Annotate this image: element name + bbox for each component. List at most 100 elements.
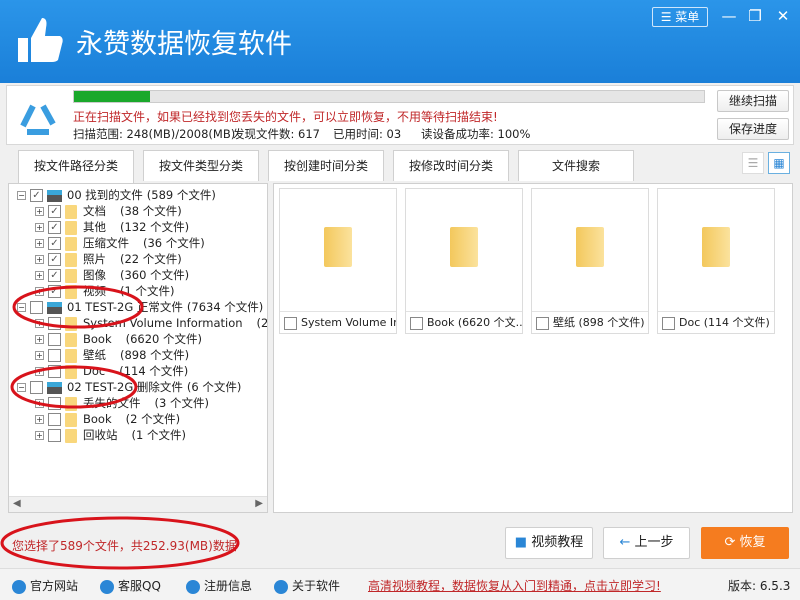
checkbox[interactable] xyxy=(30,301,43,314)
tab-by-modified[interactable]: 按修改时间分类 xyxy=(393,150,509,181)
promo-link[interactable]: 高清视频教程，数据恢复从入门到精通，点击立即学习! xyxy=(368,577,661,594)
tree-item-count: (6620 个文件) xyxy=(126,332,202,346)
recover-button[interactable]: ⟳ 恢复 xyxy=(701,527,789,559)
expand-icon[interactable]: + xyxy=(35,431,44,440)
scan-panel: 正在扫描文件，如果已经找到您丢失的文件，可以立即恢复，不用等待扫描结束! 扫描范… xyxy=(6,85,794,145)
folder-card-label: Book (6620 个文... xyxy=(427,316,522,329)
tree-item-count: (114 个文件) xyxy=(119,364,188,378)
checkbox[interactable] xyxy=(284,317,297,330)
checkbox[interactable]: ✓ xyxy=(48,237,61,250)
back-button[interactable]: ← 上一步 xyxy=(603,527,690,559)
tree-folder-item[interactable]: +壁纸(898 个文件) xyxy=(35,347,189,363)
close-button[interactable]: ✕ xyxy=(770,5,796,27)
scan-message: 正在扫描文件，如果已经找到您丢失的文件，可以立即恢复，不用等待扫描结束! xyxy=(73,108,498,125)
official-site-link[interactable]: 官方网站 xyxy=(12,577,78,594)
menu-button[interactable]: ☰ 菜单 xyxy=(652,7,708,27)
folder-card[interactable]: Book (6620 个文... xyxy=(405,188,523,334)
tree-folder-item[interactable]: +System Volume Information(2 个文件) xyxy=(35,315,268,331)
tab-by-type[interactable]: 按文件类型分类 xyxy=(143,150,259,181)
tree-drive-item[interactable]: −01 TEST-2G 正常文件(7634 个文件) xyxy=(17,299,263,315)
checkbox[interactable] xyxy=(30,381,43,394)
maximize-button[interactable]: ❐ xyxy=(742,5,768,27)
checkbox[interactable] xyxy=(48,413,61,426)
tree-folder-item[interactable]: +✓图像(360 个文件) xyxy=(35,267,189,283)
checkbox[interactable]: ✓ xyxy=(48,285,61,298)
tree-item-label: 00 找到的文件 xyxy=(67,188,143,202)
tree-item-label: Doc xyxy=(83,364,105,378)
video-tutorial-button[interactable]: ■ 视频教程 xyxy=(505,527,593,559)
expand-icon[interactable]: + xyxy=(35,399,44,408)
tree-folder-item[interactable]: +✓其他(132 个文件) xyxy=(35,219,189,235)
expand-icon[interactable]: + xyxy=(35,287,44,296)
tree-drive-item[interactable]: −02 TEST-2G 删除文件(6 个文件) xyxy=(17,379,241,395)
tree-item-label: System Volume Information xyxy=(83,316,243,330)
checkbox[interactable] xyxy=(410,317,423,330)
checkbox[interactable]: ✓ xyxy=(48,269,61,282)
checkbox[interactable] xyxy=(48,333,61,346)
collapse-icon[interactable]: − xyxy=(17,191,26,200)
expand-icon[interactable]: + xyxy=(35,335,44,344)
expand-icon[interactable]: + xyxy=(35,415,44,424)
checkbox[interactable]: ✓ xyxy=(30,189,43,202)
horizontal-scrollbar[interactable]: ◀▶ xyxy=(9,496,267,512)
tree-folder-item[interactable]: +丢失的文件(3 个文件) xyxy=(35,395,209,411)
checkbox[interactable] xyxy=(48,397,61,410)
list-view-button[interactable]: ☰ xyxy=(742,152,764,174)
folder-card[interactable]: 壁纸 (898 个文件) xyxy=(531,188,649,334)
checkbox[interactable]: ✓ xyxy=(48,253,61,266)
collapse-icon[interactable]: − xyxy=(17,303,26,312)
expand-icon[interactable]: + xyxy=(35,319,44,328)
checkbox[interactable] xyxy=(48,317,61,330)
expand-icon[interactable]: + xyxy=(35,239,44,248)
continue-scan-button[interactable]: 继续扫描 xyxy=(717,90,789,112)
checkbox[interactable]: ✓ xyxy=(48,205,61,218)
elapsed-time: 已用时间: 03 xyxy=(333,126,401,142)
grid-view-button[interactable]: ▦ xyxy=(768,152,790,174)
tab-by-path[interactable]: 按文件路径分类 xyxy=(18,150,134,183)
tree-folder-item[interactable]: +✓文档(38 个文件) xyxy=(35,203,182,219)
checkbox[interactable] xyxy=(48,365,61,378)
tab-by-created[interactable]: 按创建时间分类 xyxy=(268,150,384,181)
expand-icon[interactable]: + xyxy=(35,255,44,264)
tree-folder-item[interactable]: + Book (6620 个文件) xyxy=(35,331,202,347)
support-qq-link[interactable]: 客服QQ xyxy=(100,577,161,594)
tree-folder-item[interactable]: +✓照片(22 个文件) xyxy=(35,251,182,267)
save-progress-button[interactable]: 保存进度 xyxy=(717,118,789,140)
tree-item-label: 照片 xyxy=(83,252,106,266)
tree-folder-item[interactable]: +回收站(1 个文件) xyxy=(35,427,186,443)
expand-icon[interactable]: + xyxy=(35,207,44,216)
folder-icon xyxy=(65,349,77,363)
tree-folder-item[interactable]: + Doc (114 个文件) xyxy=(35,363,188,379)
tree-item-label: 壁纸 xyxy=(83,348,106,362)
tab-file-search[interactable]: 文件搜索 xyxy=(518,150,634,181)
checkbox[interactable]: ✓ xyxy=(48,221,61,234)
expand-icon[interactable]: + xyxy=(35,223,44,232)
tree-item-label: 02 TEST-2G 删除文件 xyxy=(67,380,183,394)
folder-card[interactable]: System Volume In... xyxy=(279,188,397,334)
folder-icon xyxy=(65,397,77,411)
expand-icon[interactable]: + xyxy=(35,367,44,376)
tree-folder-item[interactable]: +✓视频(1 个文件) xyxy=(35,283,174,299)
expand-icon[interactable]: + xyxy=(35,271,44,280)
tree-folder-item[interactable]: +✓压缩文件(36 个文件) xyxy=(35,235,205,251)
folder-icon xyxy=(65,365,77,379)
tree-item-count: (7634 个文件) xyxy=(187,300,263,314)
tree-folder-item[interactable]: +Book(2 个文件) xyxy=(35,411,180,427)
tree-drive-item[interactable]: −✓00 找到的文件(589 个文件) xyxy=(17,187,216,203)
folder-icon xyxy=(65,429,77,443)
checkbox[interactable] xyxy=(536,317,549,330)
tree-item-label: Book xyxy=(83,332,112,346)
version-label: 版本: 6.5.3 xyxy=(728,577,790,594)
collapse-icon[interactable]: − xyxy=(17,383,26,392)
checkbox[interactable] xyxy=(662,317,675,330)
folder-icon xyxy=(65,317,77,331)
about-link[interactable]: 关于软件 xyxy=(274,577,340,594)
checkbox[interactable] xyxy=(48,429,61,442)
folder-card[interactable]: Doc (114 个文件) xyxy=(657,188,775,334)
expand-icon[interactable]: + xyxy=(35,351,44,360)
footer: 官方网站 客服QQ 注册信息 关于软件 高清视频教程，数据恢复从入门到精通，点击… xyxy=(0,568,800,600)
minimize-button[interactable]: — xyxy=(716,5,742,27)
checkbox[interactable] xyxy=(48,349,61,362)
folder-icon xyxy=(65,237,77,251)
registration-link[interactable]: 注册信息 xyxy=(186,577,252,594)
